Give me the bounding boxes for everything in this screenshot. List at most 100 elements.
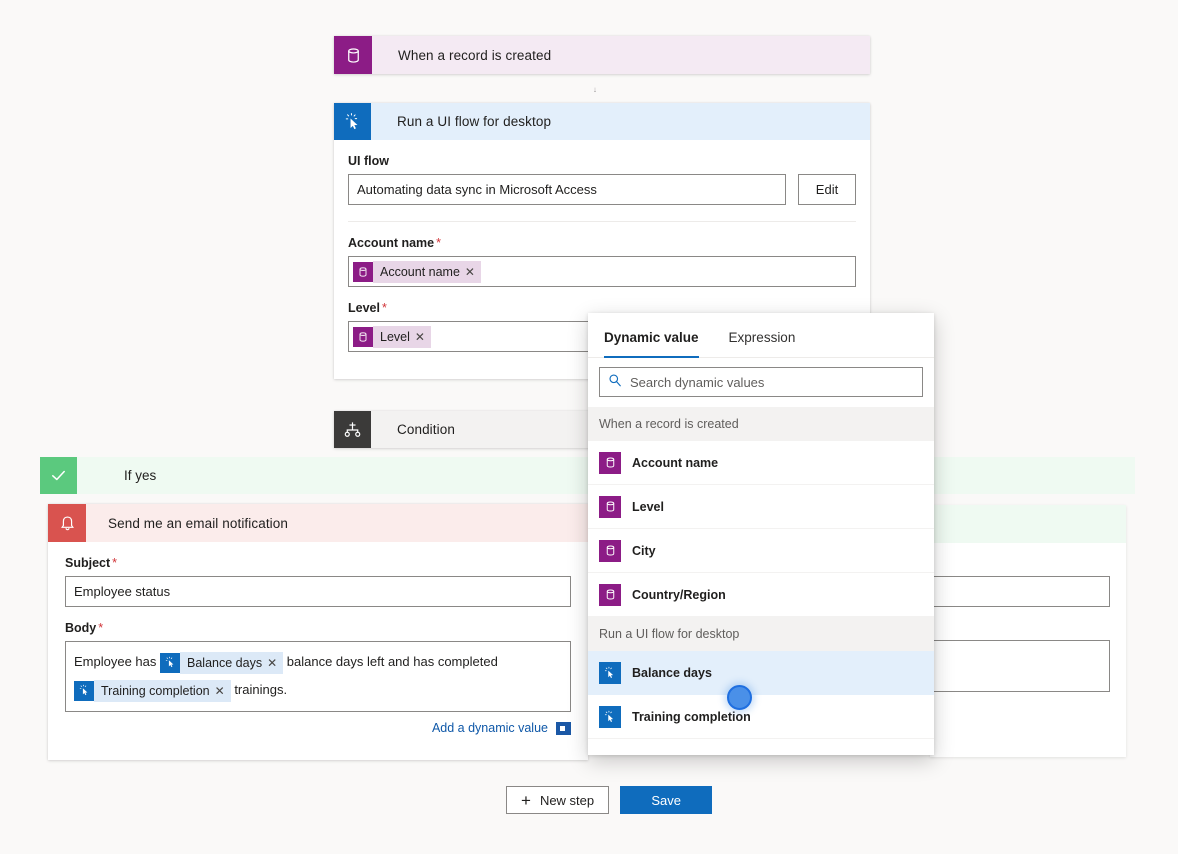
dynamic-group-header-trigger: When a record is created xyxy=(588,407,934,441)
balance-days-token-label: Balance days xyxy=(187,655,263,670)
search-input[interactable]: Search dynamic values xyxy=(599,367,923,397)
body-label-text: Body xyxy=(65,621,97,635)
ui-flow-cursor-icon xyxy=(334,103,371,140)
dynamic-item-city[interactable]: City xyxy=(588,529,934,573)
body-input[interactable]: Employee has Balance days ✕ balance days… xyxy=(65,641,571,712)
search-placeholder: Search dynamic values xyxy=(630,374,765,390)
remove-token-icon[interactable]: ✕ xyxy=(215,685,231,697)
dynamic-item-account-name[interactable]: Account name xyxy=(588,441,934,485)
search-icon xyxy=(608,373,622,392)
balance-days-token-body: Balance days ✕ xyxy=(180,651,284,674)
condition-branch-icon xyxy=(334,411,371,448)
training-completion-token-label: Training completion xyxy=(101,683,210,698)
ui-flow-cursor-icon xyxy=(599,661,621,684)
level-label-text: Level xyxy=(348,301,380,315)
ui-flow-select-input[interactable]: Automating data sync in Microsoft Access xyxy=(348,174,786,205)
dynamic-item-label: Balance days xyxy=(632,665,712,680)
email-card-body: Subject * Employee status Body * Employee … xyxy=(48,556,588,749)
email-title: Send me an email notification xyxy=(108,515,289,531)
level-token[interactable]: Level ✕ xyxy=(353,325,431,348)
training-completion-token-body: Training completion ✕ xyxy=(94,679,231,702)
condition-title: Condition xyxy=(397,422,455,437)
required-asterisk: * xyxy=(112,556,118,570)
ui-flow-cursor-icon xyxy=(160,652,181,673)
database-icon xyxy=(353,261,373,282)
new-step-label: New step xyxy=(539,792,595,808)
remove-token-icon[interactable]: ✕ xyxy=(415,331,431,343)
if-no-band xyxy=(930,505,1126,543)
database-icon xyxy=(599,583,621,606)
new-step-button[interactable]: + New step xyxy=(506,786,610,814)
level-token-body: Level ✕ xyxy=(373,325,431,348)
dynamic-value-panel[interactable]: Dynamic value Expression Search dynamic … xyxy=(588,313,934,755)
dynamic-item-country-region[interactable]: Country/Region xyxy=(588,573,934,617)
connector-arrow-icon xyxy=(594,87,596,93)
trigger-title: When a record is created xyxy=(398,47,552,63)
ui-flow-cursor-icon xyxy=(599,705,621,728)
save-button[interactable]: Save xyxy=(620,786,713,814)
database-icon xyxy=(334,36,372,74)
tab-dynamic-value[interactable]: Dynamic value xyxy=(604,313,699,358)
remove-token-icon[interactable]: ✕ xyxy=(465,266,481,278)
account-name-input[interactable]: Account name ✕ xyxy=(348,256,856,287)
checkmark-icon xyxy=(40,457,77,494)
email-card-header[interactable]: Send me an email notification xyxy=(48,504,588,542)
body-label: Body * xyxy=(65,621,571,635)
dynamic-item-label: Country/Region xyxy=(632,587,726,602)
add-dynamic-value-link[interactable]: Add a dynamic value xyxy=(65,721,571,735)
training-completion-token[interactable]: Training completion ✕ xyxy=(74,679,231,702)
ui-flow-title: Run a UI flow for desktop xyxy=(397,114,552,129)
level-token-label: Level xyxy=(380,329,410,344)
trigger-card[interactable]: When a record is created xyxy=(334,36,870,74)
account-name-label-text: Account name xyxy=(348,236,435,250)
database-icon xyxy=(353,326,373,347)
body-text-2: balance days left and has completed xyxy=(286,654,498,669)
account-name-token-label: Account name xyxy=(380,264,460,279)
required-asterisk: * xyxy=(381,301,387,315)
bell-icon xyxy=(48,504,86,542)
edit-button[interactable]: Edit xyxy=(798,174,856,205)
right-branch-input-2[interactable] xyxy=(930,640,1110,692)
mouse-cursor-indicator xyxy=(727,685,752,710)
add-dynamic-value-label: Add a dynamic value xyxy=(431,721,548,735)
remove-token-icon[interactable]: ✕ xyxy=(267,657,283,669)
trigger-card-header[interactable]: When a record is created xyxy=(334,36,870,74)
database-icon xyxy=(599,451,621,474)
dynamic-item-label: Training completion xyxy=(632,709,751,724)
email-action-card[interactable]: Send me an email notification Subject * E… xyxy=(48,504,588,760)
account-name-token-body: Account name ✕ xyxy=(373,260,481,283)
footer-actions: + New step Save xyxy=(506,786,713,814)
ui-flow-cursor-icon xyxy=(74,680,94,701)
ui-flow-field-label: UI flow xyxy=(348,154,389,168)
required-asterisk: * xyxy=(98,621,104,635)
ui-flow-card-header[interactable]: Run a UI flow for desktop xyxy=(334,103,870,140)
body-text-3: trainings. xyxy=(234,682,288,697)
account-name-label: Account name * xyxy=(348,236,856,250)
ui-flow-select-row: Automating data sync in Microsoft Access… xyxy=(348,174,856,205)
dynamic-item-training-completion[interactable]: Training completion xyxy=(588,695,934,739)
account-name-token[interactable]: Account name ✕ xyxy=(353,260,481,283)
dynamic-item-label: Level xyxy=(632,499,664,514)
dynamic-value-tabs: Dynamic value Expression xyxy=(588,313,934,358)
tab-expression[interactable]: Expression xyxy=(729,313,796,358)
dynamic-item-label: City xyxy=(632,543,656,558)
subject-input[interactable]: Employee status xyxy=(65,576,571,607)
add-dynamic-value-icon xyxy=(556,721,571,735)
dynamic-item-level[interactable]: Level xyxy=(588,485,934,529)
if-yes-label: If yes xyxy=(124,468,157,483)
dynamic-item-balance-days[interactable]: Balance days xyxy=(588,651,934,695)
dynamic-value-search-wrap: Search dynamic values xyxy=(588,358,934,407)
subject-label: Subject * xyxy=(65,556,571,570)
subject-label-text: Subject xyxy=(65,556,111,570)
field-divider xyxy=(348,221,856,222)
balance-days-token[interactable]: Balance days ✕ xyxy=(160,651,284,674)
right-branch-input-1[interactable] xyxy=(930,576,1110,607)
required-asterisk: * xyxy=(436,236,442,250)
database-icon xyxy=(599,539,621,562)
database-icon xyxy=(599,495,621,518)
body-text-1: Employee has xyxy=(74,654,157,669)
flow-designer-canvas: When a record is created Run a UI flow f… xyxy=(0,0,1178,854)
dynamic-group-header-uiflow: Run a UI flow for desktop xyxy=(588,617,934,651)
plus-icon: + xyxy=(521,790,531,810)
dynamic-item-label: Account name xyxy=(632,455,719,470)
